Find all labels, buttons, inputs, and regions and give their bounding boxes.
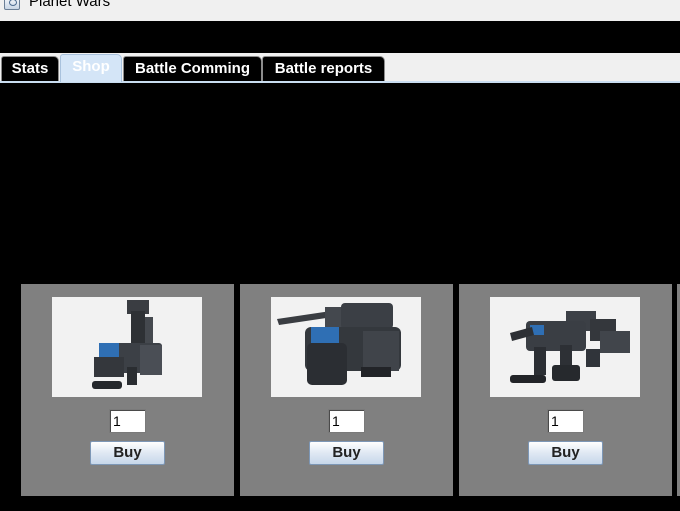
window-title: Planet Wars	[29, 0, 111, 10]
quantity-input[interactable]	[328, 409, 365, 433]
quantity-input[interactable]	[547, 409, 584, 433]
buy-button[interactable]: Buy	[90, 441, 165, 465]
mech-heavy-tank-icon	[271, 297, 421, 397]
shop-item-card: Buy	[240, 284, 453, 496]
tab-shop[interactable]: Shop	[60, 54, 122, 82]
shop-item-card: Buy	[459, 284, 672, 496]
java-app-icon	[4, 0, 20, 10]
mech-quad-walker-icon	[490, 297, 640, 397]
tab-stats[interactable]: Stats	[1, 56, 59, 81]
tab-bar: Stats Shop Battle Comming Battle reports	[0, 53, 680, 83]
title-bar: Planet Wars	[0, 0, 680, 21]
buy-button[interactable]: Buy	[528, 441, 603, 465]
shop-item-card: Buy	[21, 284, 234, 496]
buy-button[interactable]: Buy	[309, 441, 384, 465]
tab-battle-comming[interactable]: Battle Comming	[123, 56, 262, 81]
mech-walker-tall-icon	[52, 297, 202, 397]
quantity-input[interactable]	[109, 409, 146, 433]
tab-battle-reports[interactable]: Battle reports	[262, 56, 385, 81]
